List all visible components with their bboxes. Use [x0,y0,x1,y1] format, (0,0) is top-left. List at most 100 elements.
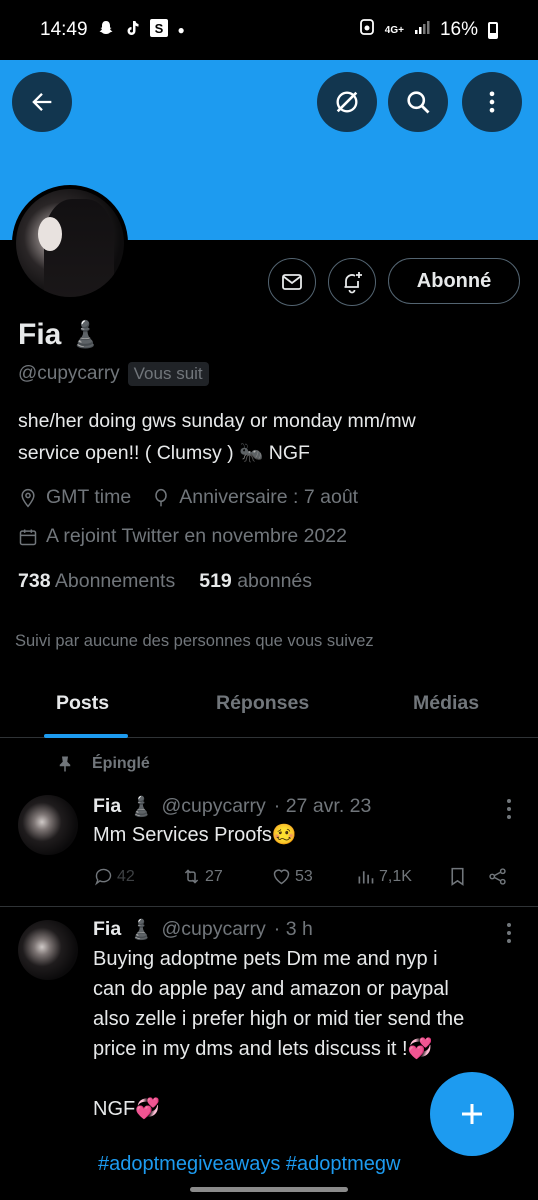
pin-icon [59,756,71,772]
view-count: 7,1K [379,867,412,885]
retweet-icon [184,869,199,884]
envelope-icon [282,274,302,290]
profile-joined-row: A rejoint Twitter en novembre 2022 [18,525,347,548]
battery-icon [488,21,498,39]
alarm-icon [359,18,375,42]
like-button[interactable]: 53 [271,866,313,887]
tweet-avatar[interactable] [18,920,78,980]
pinned-label-row: Épinglé [56,755,150,773]
grok-icon [336,91,358,113]
signal-icon [414,19,430,41]
tweet-time[interactable]: · 27 avr. 23 [274,795,372,818]
following-button[interactable]: Abonné [388,258,520,304]
views-chart-icon [358,871,374,884]
views-button[interactable]: 7,1K [355,866,412,887]
heart-icon [273,869,290,885]
tab-posts[interactable]: Posts [56,692,109,715]
profile-bio: she/her doing gws sunday or monday mm/mw… [18,405,518,469]
plus-icon [462,1104,482,1124]
profile-handle: @cupycarry [18,363,120,384]
following-link[interactable]: 738 Abonnements [18,570,175,593]
battery-percent: 16% [439,19,478,40]
tweet-author-handle[interactable]: @cupycarry [161,918,265,941]
status-bar: 14:49 S ● 4G+ 16% [0,0,538,60]
followed-by-text: Suivi par aucune des personnes que vous … [15,632,374,650]
profile-meta-row: GMT time Anniversaire : 7 août [18,486,358,509]
profile-name-row: Fia ♟️ [18,318,102,352]
location-pin-icon [21,488,35,507]
followers-label: abonnés [237,570,313,592]
tweet-text-line: price in my dms and lets discuss it !💞 [93,1038,433,1060]
followers-link[interactable]: 519 abonnés [199,570,312,593]
tweet-text: Mm Services Proofs🥴 [93,824,297,846]
notification-dot-icon: ● [177,23,185,37]
more-button[interactable] [462,72,522,132]
share-button[interactable] [487,866,508,887]
tweet-text-line: also zelle i prefer high or mid tier sen… [93,1008,465,1030]
reply-button[interactable]: 42 [93,866,135,887]
back-button[interactable] [12,72,72,132]
profile-tabs: Posts Réponses Médias [0,672,538,738]
bell-plus-icon [344,272,362,294]
home-indicator [190,1187,348,1192]
more-vertical-icon [489,91,495,113]
reply-icon [95,868,112,886]
search-icon [407,91,430,114]
arrow-left-icon [32,93,52,111]
status-time: 14:49 [40,19,88,40]
profile-birthday: Anniversaire : 7 août [179,486,359,508]
tweet-text-line: can do apple pay and amazon or paypal [93,978,449,1000]
tweet-author-handle[interactable]: @cupycarry [161,795,265,818]
notify-button[interactable] [328,258,376,306]
network-4g-icon: 4G+ [384,24,404,36]
retweet-count: 27 [205,867,223,885]
tweet-text-line: Buying adoptme pets Dm me and nyp i [93,948,438,970]
following-count: 738 [18,570,51,592]
avatar-image [16,189,124,297]
tweet-divider [0,906,538,907]
tweet-more-button[interactable] [500,797,518,821]
tweet-time[interactable]: · 3 h [274,918,313,941]
message-button[interactable] [268,258,316,306]
chess-pawn-emoji: ♟️ [129,918,154,941]
tab-replies[interactable]: Réponses [216,692,309,715]
retweet-button[interactable]: 27 [181,866,223,887]
tweet-more-button[interactable] [500,921,518,945]
handle-row: @cupycarry Vous suit [18,362,209,386]
bookmark-button[interactable] [447,866,468,887]
follow-counts: 738 Abonnements 519 abonnés [18,570,312,593]
tab-media[interactable]: Médias [413,692,479,715]
following-label: Abonnements [54,570,176,592]
s-app-icon: S [149,18,168,42]
followers-count: 519 [199,570,232,592]
tweet-header: Fia ♟️ @cupycarry · 3 h [93,918,313,941]
follows-you-badge: Vous suit [127,362,209,386]
share-icon [489,868,506,885]
like-count: 53 [295,867,313,885]
chess-pawn-emoji: ♟️ [69,320,102,350]
reply-count: 42 [117,867,135,885]
calendar-icon [19,529,37,545]
tweet-avatar[interactable] [18,795,78,855]
tweet-header: Fia ♟️ @cupycarry · 27 avr. 23 [93,795,371,818]
balloon-icon [155,488,167,506]
profile-joined: A rejoint Twitter en novembre 2022 [46,525,347,547]
bio-line: she/her doing gws sunday or monday mm/mw [18,410,416,432]
bio-line: service open!! ( Clumsy ) 🐜 NGF [18,442,310,464]
tweet-hashtags[interactable]: #adoptmegiveaways #adoptmegw [98,1153,400,1176]
tweet-actions: 42 27 53 7,1K [93,866,518,890]
grok-button[interactable] [317,72,377,132]
chess-pawn-emoji: ♟️ [129,795,154,818]
compose-button[interactable] [430,1072,514,1156]
profile-location: GMT time [46,486,132,508]
search-button[interactable] [388,72,448,132]
profile-avatar[interactable] [12,185,128,301]
tiktok-icon [124,20,140,41]
svg-text:S: S [154,21,163,36]
pinned-label: Épinglé [92,755,150,772]
active-tab-indicator [44,734,128,738]
tweet-author-name[interactable]: Fia [93,795,121,818]
tweet-author-name[interactable]: Fia [93,918,121,941]
bookmark-icon [451,867,464,886]
snapchat-icon [98,20,114,41]
